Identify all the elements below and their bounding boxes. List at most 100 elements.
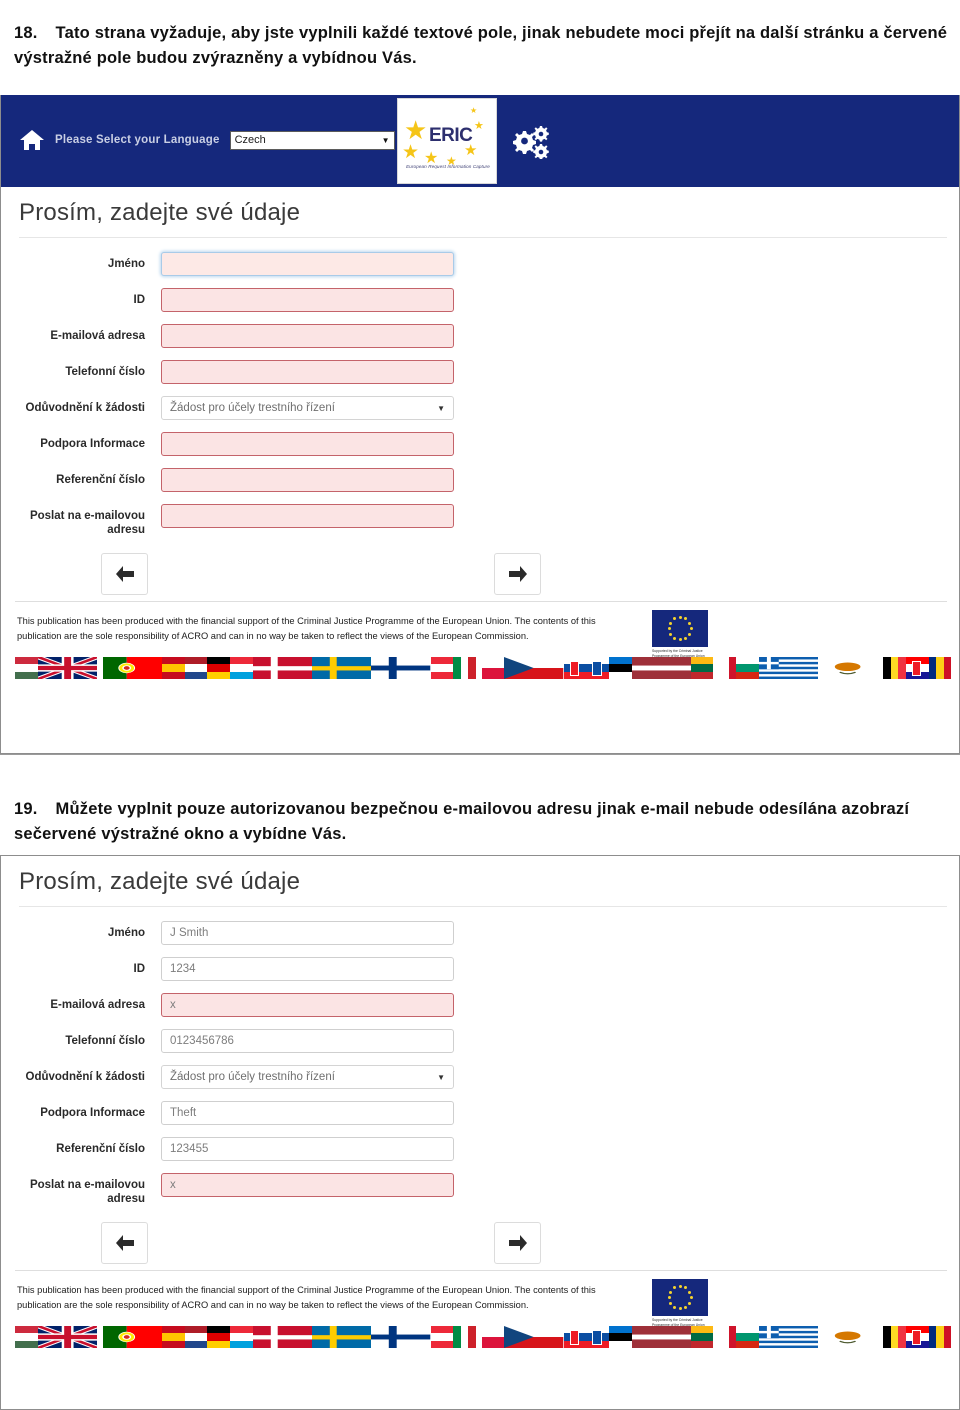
chevron-down-icon: ▼ [437, 1072, 445, 1082]
form-nav-row [1, 549, 959, 601]
form-row: Referenční číslo [1, 468, 959, 492]
flag-emblem [569, 660, 580, 676]
field-control [161, 288, 454, 312]
eu-star [678, 1307, 682, 1310]
eu-star [684, 1286, 687, 1290]
eu-flag-icon [652, 610, 708, 647]
instruction-18-number: 18. [14, 23, 38, 42]
field-control [161, 468, 454, 492]
next-button-2[interactable] [494, 1222, 541, 1264]
text-input[interactable]: x [161, 1173, 454, 1197]
eu-star [684, 617, 687, 621]
form-row: ID 1234 [1, 957, 959, 981]
reason-select-2[interactable]: Žádost pro účely trestního řízení ▼ [161, 1065, 454, 1089]
flag-icon [504, 1326, 564, 1348]
flag-icon [184, 1326, 208, 1348]
eu-star [673, 636, 676, 640]
text-input[interactable] [161, 468, 454, 492]
field-label: ID [133, 963, 146, 975]
text-input[interactable]: 0123456786 [161, 1029, 454, 1053]
field-label: Odůvodnění k žádosti [25, 1071, 145, 1083]
eu-star [668, 632, 672, 636]
reason-select[interactable]: Žádost pro účely trestního řízení ▼ [161, 396, 454, 420]
form-row: Podpora Informace [1, 432, 959, 456]
eu-flag-icon-2 [652, 1279, 708, 1316]
eu-star [668, 1301, 672, 1305]
field-control [161, 504, 454, 528]
text-input[interactable] [161, 252, 454, 276]
text-input[interactable] [161, 360, 454, 384]
flag-icon [928, 657, 952, 679]
flag-icon [631, 1326, 691, 1348]
form-row: Jméno J Smith [1, 921, 959, 945]
text-input[interactable] [161, 432, 454, 456]
home-icon[interactable] [19, 128, 45, 152]
flag-icon [37, 1326, 97, 1348]
form-title: Prosím, zadejte své údaje [19, 199, 301, 226]
eu-star [688, 621, 692, 625]
details-form-filled: Jméno J Smith ID 1234 E-mailová adresa x Telef… [1, 907, 959, 1206]
language-select[interactable]: Czech ▼ [229, 130, 395, 150]
field-label: Telefonní číslo [65, 366, 145, 378]
back-button[interactable] [101, 553, 148, 595]
text-input[interactable]: J Smith [161, 921, 454, 945]
instruction-18-text: Tato strana vyžaduje, aby jste vyplnili … [14, 23, 948, 67]
eric-logo-word: ERIC [429, 125, 473, 146]
flag-icon [905, 657, 929, 679]
form-row: Jméno [1, 252, 959, 276]
field-label: E-mailová adresa [50, 999, 145, 1011]
flag-icon [252, 657, 312, 679]
eu-badge: Supported by the Criminal Justice Progra… [652, 610, 708, 658]
eu-star [689, 1296, 693, 1299]
text-input[interactable]: x [161, 993, 454, 1017]
flag-icon [102, 1326, 163, 1348]
field-label: E-mailová adresa [50, 330, 145, 342]
flag-icon [453, 657, 476, 679]
field-label: ID [133, 294, 146, 306]
flag-icon [311, 657, 372, 679]
eu-star [684, 636, 687, 640]
field-control: x [161, 993, 454, 1017]
form-row: Odůvodnění k žádosti Žádost pro účely tre… [1, 396, 959, 420]
form-row: Telefonní číslo 0123456786 [1, 1029, 959, 1053]
text-input[interactable]: 1234 [161, 957, 454, 981]
language-label: Please Select your Language [55, 134, 220, 146]
form-row: Podpora Informace Theft [1, 1101, 959, 1125]
text-input[interactable]: Theft [161, 1101, 454, 1125]
eu-star [673, 617, 676, 621]
field-control [161, 432, 454, 456]
form-nav-row-2 [1, 1218, 959, 1270]
field-label: Poslat na e-mailovou adresu [29, 510, 145, 536]
text-input[interactable] [161, 288, 454, 312]
flag-emblem [911, 660, 922, 676]
form-row: ID [1, 288, 959, 312]
form-row: Referenční číslo 123455 [1, 1137, 959, 1161]
field-label: Jméno [107, 258, 145, 270]
flag-icon [311, 1326, 372, 1348]
eu-star [688, 1290, 692, 1294]
flag-icon [608, 1326, 632, 1348]
gears-icon[interactable] [509, 123, 553, 160]
flag-icon [758, 657, 818, 679]
flag-icon [563, 657, 587, 679]
flag-icon [430, 1326, 454, 1348]
chevron-down-icon: ▼ [381, 135, 390, 145]
screenshot-panel-filled-form: Prosím, zadejte své údaje Jméno J Smith ID… [0, 855, 960, 1410]
eu-star [673, 1305, 676, 1309]
flag-icon [905, 1326, 929, 1348]
text-input[interactable] [161, 504, 454, 528]
app-header: Please Select your Language Czech ▼ ★ ★ … [1, 95, 959, 187]
text-input[interactable]: 123455 [161, 1137, 454, 1161]
instruction-19-text: Můžete vyplnit pouze autorizovanou bezpe… [14, 799, 910, 843]
next-button[interactable] [494, 553, 541, 595]
flag-icon [37, 657, 97, 679]
eu-star [667, 1296, 671, 1299]
form-row: Telefonní číslo [1, 360, 959, 384]
flag-icon [371, 1326, 431, 1348]
form-row: E-mailová adresa x [1, 993, 959, 1017]
back-button-2[interactable] [101, 1222, 148, 1264]
text-input[interactable] [161, 324, 454, 348]
field-label: Podpora Informace [40, 438, 145, 450]
flag-icon [713, 657, 737, 679]
flag-icon [736, 657, 759, 679]
